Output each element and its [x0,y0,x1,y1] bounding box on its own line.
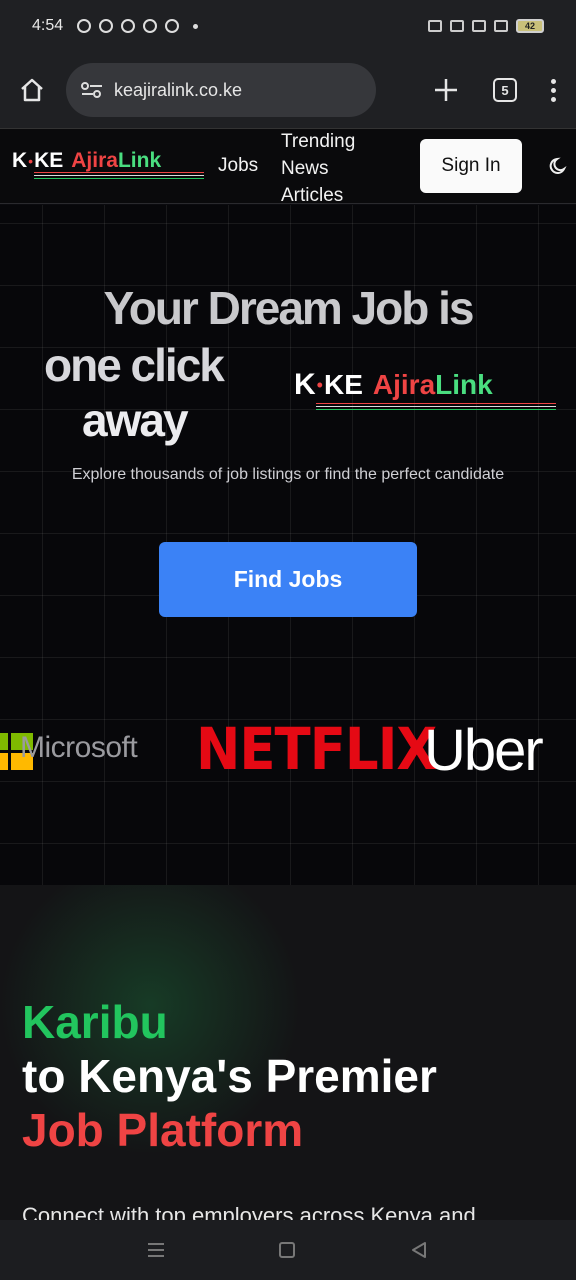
hero-subtitle: Explore thousands of job listings or fin… [71,466,505,483]
system-icons: 42 [428,19,544,33]
logo-arrow-icon: • [28,153,34,169]
logo-flag-stripes [316,401,556,410]
welcome-section: Karibu to Kenya's Premier Job Platform C… [0,885,576,1220]
menu-more-icon[interactable] [551,78,556,102]
signal-icon [494,20,508,32]
url-bar[interactable]: keajiralink.co.ke [66,63,376,117]
status-bar: 4:54 42 [0,0,576,52]
nav-link-jobs[interactable]: Jobs [218,155,258,177]
whatsapp-icon [77,19,92,33]
logo-flag-stripes [34,170,204,179]
welcome-heading-karibu: Karibu [22,996,168,1048]
partner-logo-netflix: NETFLIX [196,715,437,784]
back-icon[interactable] [410,1241,428,1259]
browser-toolbar: keajiralink.co.ke 5 [0,52,576,128]
recent-apps-icon[interactable] [147,1243,164,1257]
chat-icon [99,19,114,33]
nav-link-trending-news[interactable]: Trending News Articles [281,128,355,209]
hero-logo: K • KE Ajira Link [294,368,556,410]
partner-logo-microsoft: Microsoft [20,731,138,764]
tab-switcher-button[interactable]: 5 [493,78,517,102]
hero-title-line-1: Your Dream Job is [103,282,474,334]
telegram-icon [121,19,136,33]
welcome-heading-premier: to Kenya's Premier [22,1050,437,1102]
hero-section: Your Dream Job is one click away K • KE … [0,205,576,885]
hero-title-line-2: one click [44,339,225,391]
sign-in-button[interactable]: Sign In [420,139,522,193]
site-settings-icon[interactable] [80,80,104,100]
wifi-icon [472,20,486,32]
welcome-description: Connect with top employers across Kenya … [22,1203,476,1220]
home-icon [21,78,43,102]
notification-icons [77,19,199,33]
home-button[interactable] [0,52,64,128]
dark-mode-toggle-icon[interactable] [549,156,569,176]
battery-icon: 42 [516,19,544,33]
facebook-icon [165,19,180,33]
partner-logo-uber: Uber [424,718,544,783]
new-tab-icon[interactable] [433,77,459,103]
site-header: K • KE Ajira Link Jobs Trending News Art… [0,128,576,206]
hero-title-line-3: away [82,394,189,446]
bluetooth-icon [450,20,464,32]
system-navigation-bar [0,1220,576,1280]
vibrate-icon [428,20,442,32]
find-jobs-button[interactable]: Find Jobs [159,542,417,617]
logo-arrow-icon: • [316,374,323,395]
status-time: 4:54 [32,17,64,34]
instagram-icon [143,19,158,33]
home-nav-icon[interactable] [278,1242,295,1258]
welcome-heading-platform: Job Platform [22,1104,304,1156]
site-logo[interactable]: K • KE Ajira Link [12,149,204,179]
url-text: keajiralink.co.ke [114,79,243,100]
more-notifications-icon [193,23,199,29]
